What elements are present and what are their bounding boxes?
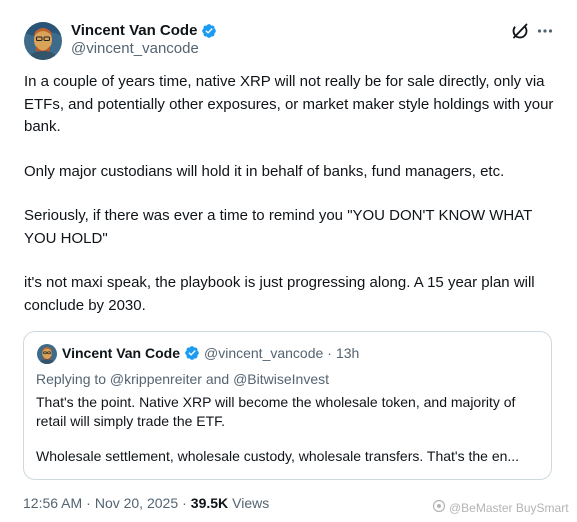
avatar[interactable] (24, 22, 62, 60)
author-name[interactable]: Vincent Van Code (71, 22, 197, 39)
watermark: @BeMaster BuySmart (432, 499, 569, 516)
quoted-text: That's the point. Native XRP will become… (36, 393, 548, 466)
quoted-paragraph: Wholesale settlement, wholesale custody,… (36, 448, 520, 464)
quoted-post[interactable]: Vincent Van Code @vincent_vancode · 13h … (23, 331, 552, 480)
post-text: In a couple of years time, native XRP wi… (24, 71, 559, 317)
post-paragraph: Only major custodians will hold it in be… (24, 162, 505, 180)
author-handle[interactable]: @vincent_vancode (71, 40, 199, 57)
post-date[interactable]: Nov 20, 2025 (95, 495, 178, 511)
views-count: 39.5K (190, 495, 229, 511)
more-icon[interactable] (537, 24, 553, 38)
verified-badge-icon (184, 345, 200, 361)
quoted-paragraph: That's the point. Native XRP will become… (36, 394, 516, 429)
watermark-text: @BeMaster BuySmart (449, 500, 569, 515)
views-label: Views (232, 495, 270, 511)
quoted-author-handle: @vincent_vancode (204, 345, 324, 361)
post-footer: 12:56 AM · Nov 20, 2025 · 39.5K Views (23, 495, 269, 511)
quoted-avatar (37, 344, 57, 364)
post-time[interactable]: 12:56 AM (23, 495, 82, 511)
watermark-logo-icon (432, 499, 446, 516)
verified-badge-icon (201, 23, 217, 39)
grok-icon[interactable] (511, 22, 529, 40)
meta-separator: · (327, 345, 332, 361)
quoted-header: Vincent Van Code @vincent_vancode · 13h (62, 345, 359, 361)
quoted-author-name: Vincent Van Code (62, 345, 180, 361)
post-paragraph: In a couple of years time, native XRP wi… (24, 73, 554, 135)
post-paragraph: Seriously, if there was ever a time to r… (24, 207, 533, 247)
post-paragraph: it's not maxi speak, the playbook is jus… (24, 274, 535, 314)
replying-to: Replying to @krippenreiter and @BitwiseI… (36, 371, 330, 387)
quoted-timestamp: 13h (335, 345, 360, 361)
meta-separator: · (182, 495, 187, 511)
meta-separator: · (86, 495, 91, 511)
author-name-row: Vincent Van Code (71, 22, 217, 39)
